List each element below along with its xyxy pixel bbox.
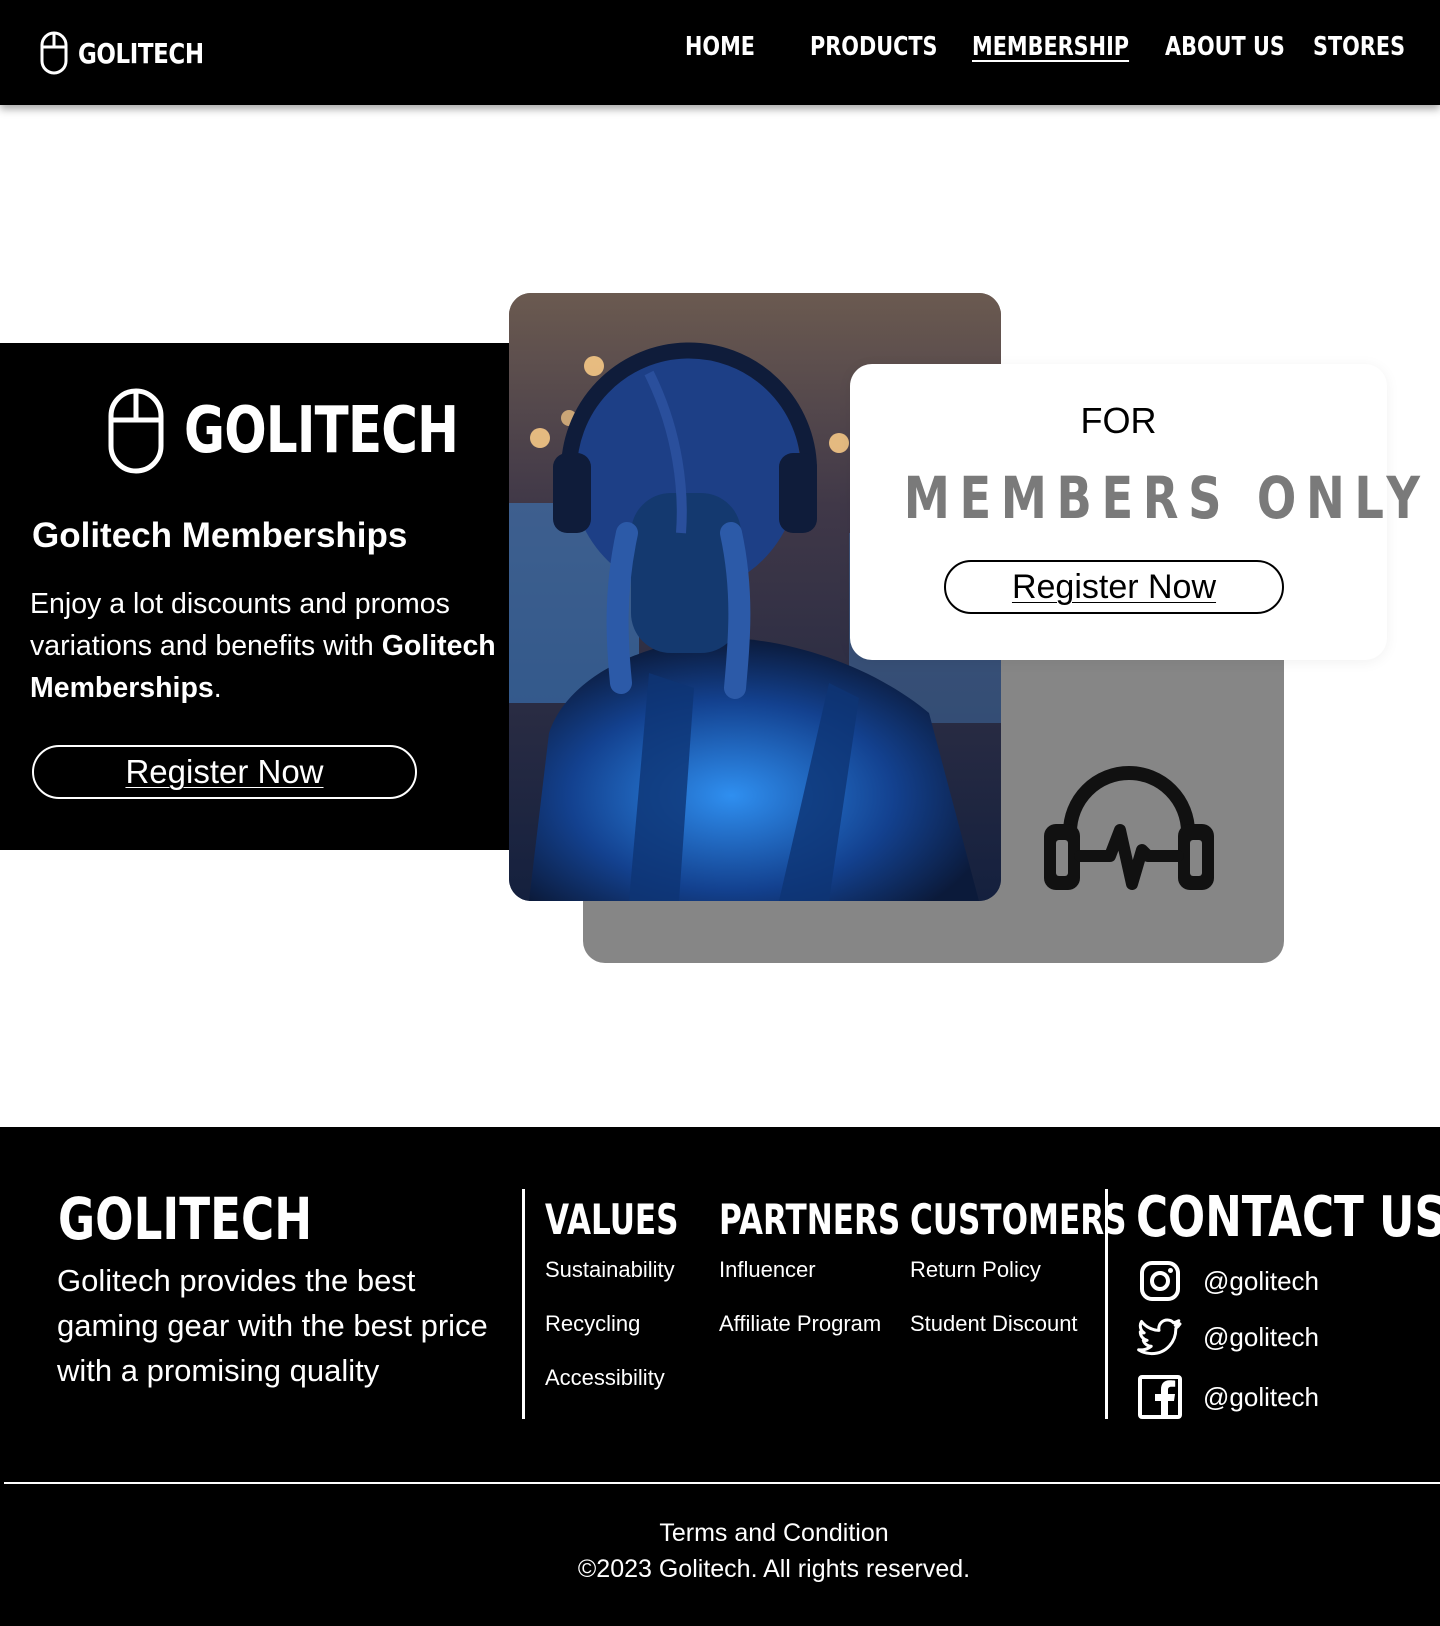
footer-terms-link[interactable]: Terms and Condition bbox=[0, 1519, 1440, 1548]
footer-link-sustainability[interactable]: Sustainability bbox=[545, 1257, 675, 1283]
mouse-icon bbox=[40, 31, 68, 75]
footer-heading-customers: CUSTOMERS bbox=[910, 1195, 1127, 1244]
hero-register-button[interactable]: Register Now bbox=[32, 745, 417, 799]
twitter-icon bbox=[1137, 1318, 1182, 1356]
footer-description: Golitech provides the best gaming gear w… bbox=[57, 1263, 488, 1388]
social-twitter-handle: @golitech bbox=[1203, 1321, 1320, 1352]
nav-link-membership[interactable]: MEMBERSHIP bbox=[972, 32, 1129, 62]
footer-rule bbox=[4, 1482, 1440, 1484]
members-for-label: FOR bbox=[1080, 400, 1157, 441]
top-nav: GOLITECH HOME PRODUCTS MEMBERSHIP ABOUT … bbox=[0, 0, 1440, 105]
social-instagram-handle: @golitech bbox=[1203, 1265, 1320, 1296]
social-twitter[interactable]: @golitech bbox=[1136, 1313, 1319, 1361]
nav-link-home[interactable]: HOME bbox=[685, 32, 755, 62]
footer-heading-values: VALUES bbox=[545, 1195, 679, 1244]
nav-link-about-us[interactable]: ABOUT US bbox=[1165, 32, 1285, 62]
hero-logo: GOLITECH bbox=[108, 388, 535, 474]
members-register-button[interactable]: Register Now bbox=[944, 560, 1284, 614]
hero-description-suffix: . bbox=[213, 672, 222, 704]
footer-link-influencer[interactable]: Influencer bbox=[719, 1257, 816, 1283]
instagram-icon bbox=[1140, 1261, 1180, 1301]
footer-divider bbox=[1105, 1189, 1108, 1419]
social-facebook[interactable]: @golitech bbox=[1136, 1373, 1319, 1421]
hero-panel: GOLITECH Golitech Memberships Enjoy a lo… bbox=[0, 343, 510, 850]
footer-link-student-discount[interactable]: Student Discount bbox=[910, 1311, 1078, 1337]
footer: GOLITECH Golitech provides the best gami… bbox=[0, 1127, 1440, 1626]
footer-brand: GOLITECH bbox=[58, 1185, 313, 1253]
hero-title: Golitech Memberships bbox=[32, 516, 408, 555]
members-only-title: MEMBERS ONLY bbox=[903, 464, 1430, 532]
footer-link-return-policy[interactable]: Return Policy bbox=[910, 1257, 1041, 1283]
footer-link-affiliate-program[interactable]: Affiliate Program bbox=[719, 1311, 881, 1337]
facebook-icon bbox=[1138, 1375, 1182, 1419]
headphones-icon bbox=[1044, 766, 1214, 890]
footer-divider bbox=[522, 1189, 525, 1419]
members-only-card: FOR MEMBERS ONLY Register Now bbox=[850, 364, 1430, 660]
hero-brand-name: GOLITECH bbox=[184, 394, 459, 468]
nav-link-stores[interactable]: STORES bbox=[1313, 32, 1405, 62]
social-instagram[interactable]: @golitech bbox=[1136, 1257, 1319, 1305]
nav-logo[interactable]: GOLITECH bbox=[40, 30, 231, 76]
footer-copyright: ©2023 Golitech. All rights reserved. bbox=[577, 1555, 971, 1583]
mouse-icon bbox=[108, 388, 164, 474]
social-facebook-handle: @golitech bbox=[1203, 1381, 1320, 1412]
footer-heading-contact-us: CONTACT US bbox=[1136, 1185, 1440, 1250]
nav-brand-name: GOLITECH bbox=[78, 36, 204, 70]
footer-link-accessibility[interactable]: Accessibility bbox=[545, 1365, 665, 1391]
hero-description: Enjoy a lot discounts and promos variati… bbox=[30, 583, 505, 709]
nav-link-products[interactable]: PRODUCTS bbox=[810, 32, 938, 62]
footer-heading-partners: PARTNERS bbox=[719, 1195, 901, 1244]
footer-link-recycling[interactable]: Recycling bbox=[545, 1311, 640, 1337]
